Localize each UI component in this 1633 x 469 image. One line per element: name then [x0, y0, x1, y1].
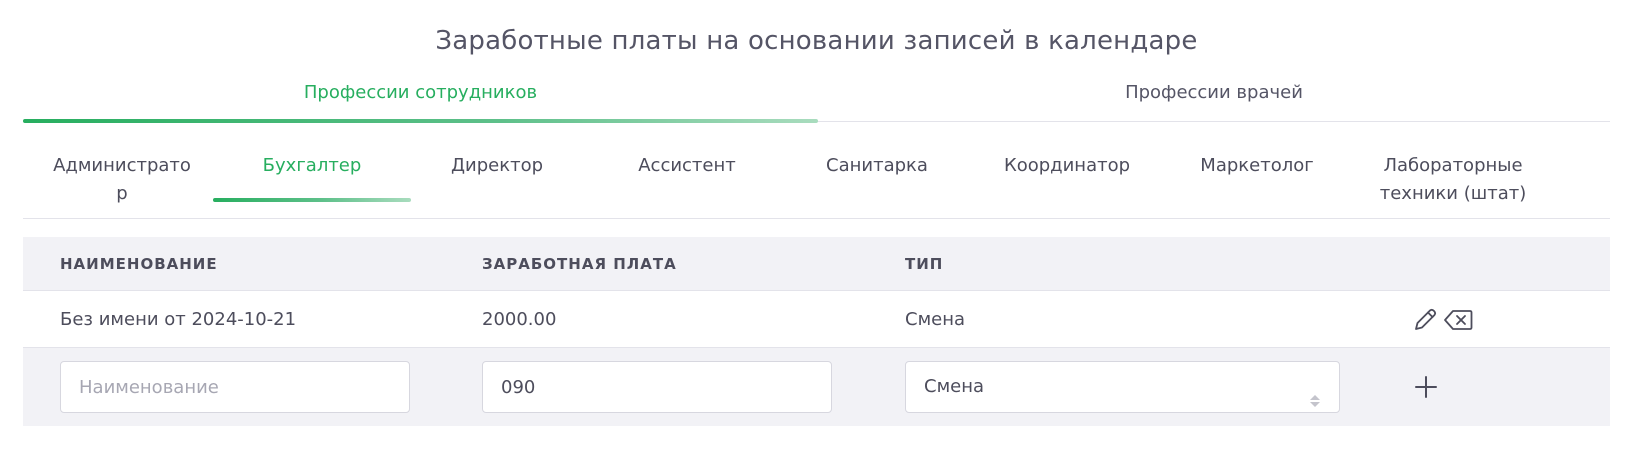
- main-tabs: Профессии сотрудников Профессии врачей: [23, 78, 1610, 123]
- tab-doctor-professions[interactable]: Профессии врачей: [818, 78, 1610, 122]
- tab-employee-professions[interactable]: Профессии сотрудников: [23, 78, 818, 123]
- tab-label: Администрато р: [53, 155, 191, 204]
- sort-caret-icon: [1309, 379, 1321, 429]
- cell-name: Без имени от 2024-10-21: [60, 309, 297, 330]
- delete-icon[interactable]: [1443, 309, 1473, 335]
- plus-icon[interactable]: [1414, 375, 1438, 403]
- active-tab-indicator: [213, 198, 411, 202]
- salary-input[interactable]: [482, 361, 832, 413]
- cell-type: Смена: [905, 309, 966, 330]
- tab-label: Директор: [450, 155, 544, 176]
- type-select[interactable]: Смена: [905, 361, 1340, 413]
- tab-marketer[interactable]: Маркетолог: [1158, 152, 1356, 180]
- tab-label: Лабораторные техники (штат): [1379, 155, 1527, 204]
- column-header-type: ТИП: [905, 255, 944, 273]
- tab-assistant[interactable]: Ассистент: [588, 152, 786, 180]
- cell-salary: 2000.00: [482, 309, 557, 330]
- tab-label: Координатор: [1003, 155, 1131, 176]
- tab-label: Профессии сотрудников: [303, 82, 538, 103]
- table-header: НАИМЕНОВАНИЕ ЗАРАБОТНАЯ ПЛАТА ТИП: [23, 237, 1610, 291]
- tab-administrator[interactable]: Администрато р: [23, 152, 221, 208]
- tab-label: Профессии врачей: [1125, 82, 1303, 103]
- tab-label: Санитарка: [826, 155, 928, 176]
- tab-orderly[interactable]: Санитарка: [778, 152, 976, 180]
- edit-icon[interactable]: [1412, 307, 1438, 337]
- salary-table: НАИМЕНОВАНИЕ ЗАРАБОТНАЯ ПЛАТА ТИП Без им…: [23, 237, 1610, 426]
- name-input[interactable]: [60, 361, 410, 413]
- profession-tabs: Администрато р Бухгалтер Директор Ассисте…: [23, 140, 1610, 219]
- column-header-name: НАИМЕНОВАНИЕ: [60, 255, 218, 273]
- tab-label: Бухгалтер: [262, 155, 362, 176]
- tab-label: Ассистент: [638, 155, 736, 176]
- tab-accountant[interactable]: Бухгалтер: [213, 152, 411, 202]
- tab-coordinator[interactable]: Координатор: [968, 152, 1166, 180]
- tab-lab-technicians[interactable]: Лабораторные техники (штат): [1348, 152, 1558, 208]
- page-title: Заработные платы на основании записей в …: [435, 26, 1198, 56]
- column-header-salary: ЗАРАБОТНАЯ ПЛАТА: [482, 255, 677, 273]
- add-salary-form: Смена: [23, 348, 1610, 426]
- tab-director[interactable]: Директор: [398, 152, 596, 180]
- tab-label: Маркетолог: [1200, 155, 1314, 176]
- active-tab-indicator: [23, 119, 818, 123]
- table-row: Без имени от 2024-10-21 2000.00 Смена: [23, 291, 1610, 348]
- type-select-value: Смена: [924, 376, 985, 397]
